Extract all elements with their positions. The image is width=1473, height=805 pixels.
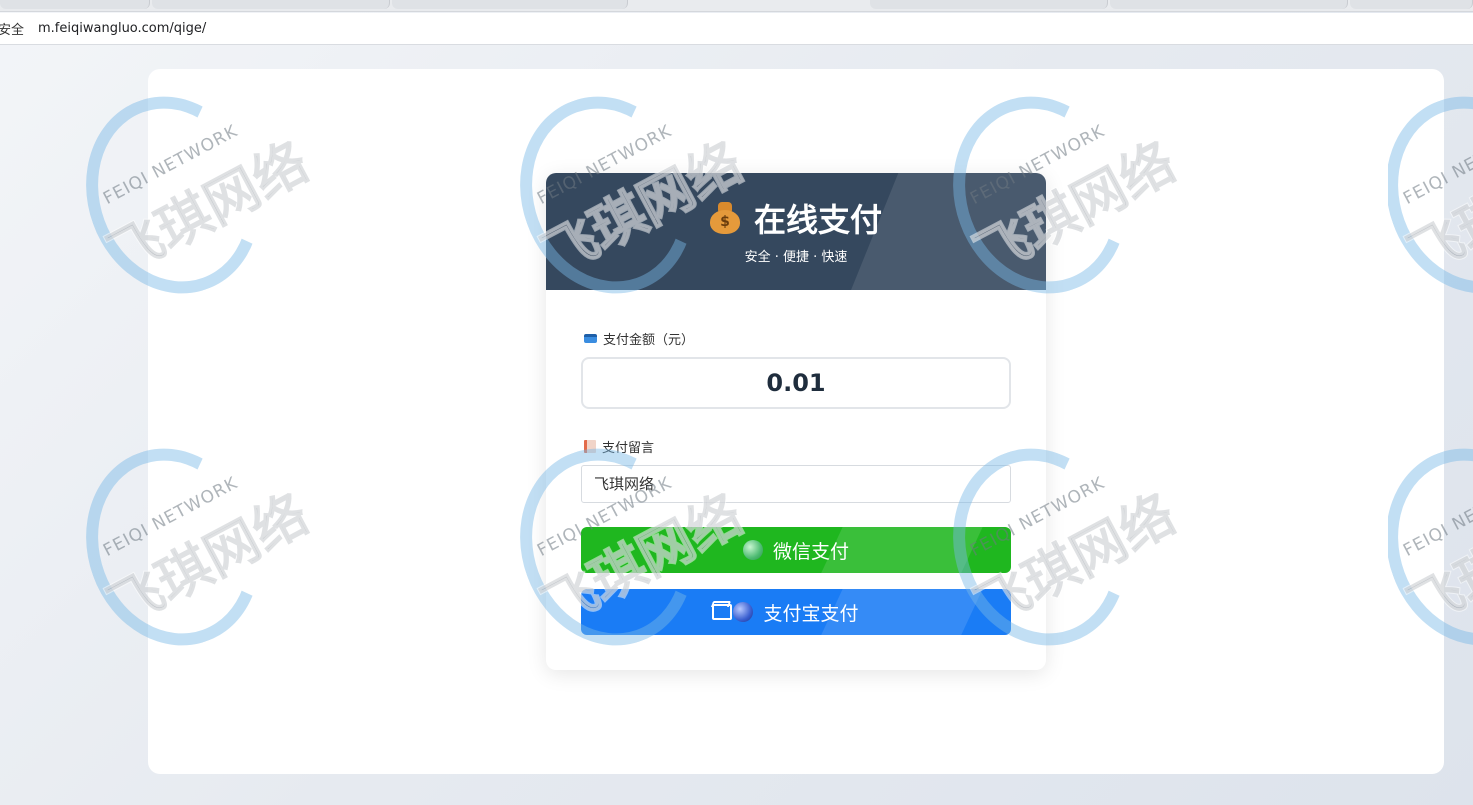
title-text: 在线支付 — [753, 201, 882, 239]
card-header: $ 在线支付 安全 · 便捷 · 快速 — [546, 173, 1046, 290]
browser-tab[interactable] — [392, 0, 628, 9]
wechat-orb-icon — [742, 540, 763, 560]
browser-tab[interactable] — [0, 0, 150, 9]
page-title: $ 在线支付 — [546, 195, 1046, 241]
address-bar[interactable]: 安全 m.feiqiwangluo.com/qige/ — [0, 13, 1473, 45]
security-indicator[interactable]: 安全 — [0, 19, 24, 38]
alipay-label: 支付宝支付 — [763, 602, 859, 625]
wallet-icon — [712, 604, 732, 620]
wechat-pay-button[interactable]: 微信支付 — [581, 527, 1011, 573]
wechat-pay-label: 微信支付 — [772, 540, 849, 563]
url-text[interactable]: m.feiqiwangluo.com/qige/ — [38, 21, 206, 36]
browser-tab-strip — [0, 0, 1473, 12]
browser-tab[interactable] — [1110, 0, 1348, 9]
alipay-orb-icon — [733, 602, 754, 622]
memo-icon — [584, 440, 596, 453]
money-bag-icon: $ — [709, 202, 740, 234]
memo-label-text: 支付留言 — [602, 441, 655, 456]
amount-label: 支付金额（元） — [584, 329, 694, 348]
memo-label: 支付留言 — [584, 437, 654, 456]
browser-tab[interactable] — [870, 0, 1108, 9]
payment-card: $ 在线支付 安全 · 便捷 · 快速 支付金额（元） 0.01 支付留言 飞琪… — [546, 173, 1046, 670]
memo-input[interactable]: 飞琪网络 — [581, 465, 1011, 503]
amount-label-text: 支付金额（元） — [603, 333, 695, 348]
credit-card-icon — [584, 334, 597, 343]
amount-field[interactable]: 0.01 — [581, 357, 1011, 409]
browser-tab[interactable] — [1350, 0, 1473, 9]
browser-tab[interactable] — [152, 0, 390, 9]
page-subtitle: 安全 · 便捷 · 快速 — [744, 250, 848, 265]
alipay-button[interactable]: 支付宝支付 — [581, 589, 1011, 635]
